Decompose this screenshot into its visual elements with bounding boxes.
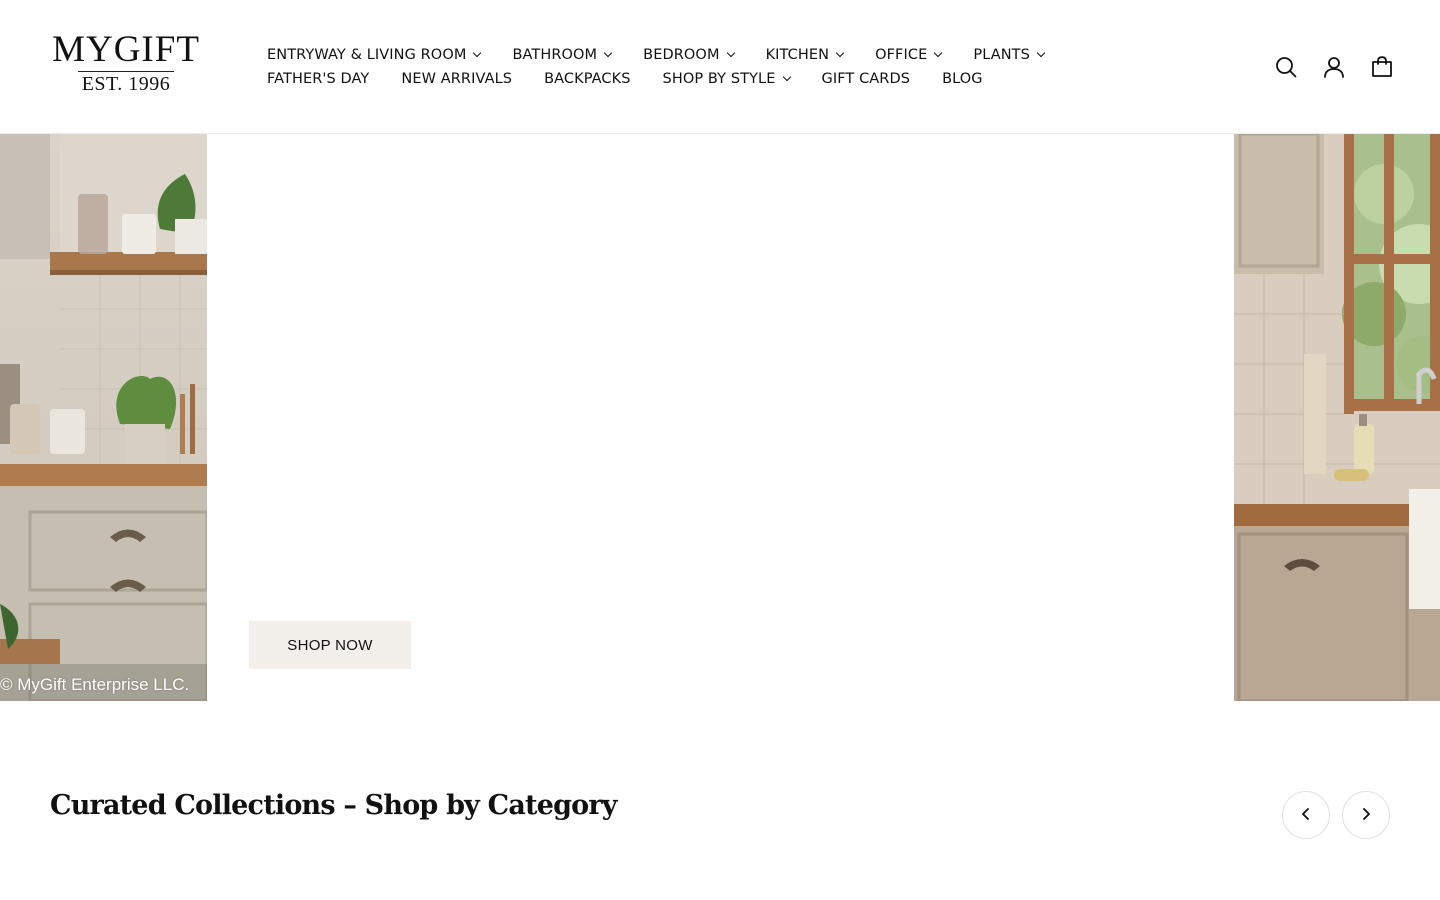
nav-item-entryway-and-living-room[interactable]: ENTRYWAY & LIVING ROOM — [267, 45, 482, 65]
brand-name: MYGIFT — [52, 29, 200, 70]
section-title: Curated Collections – Shop by Category — [50, 790, 617, 821]
nav-item-new-arrivals[interactable]: NEW ARRIVALS — [401, 69, 512, 89]
chevron-right-icon — [1359, 807, 1373, 824]
shop-now-button[interactable]: SHOP NOW — [249, 621, 411, 669]
nav-item-label: SHOP BY STYLE — [662, 71, 776, 87]
main-nav-row-2: FATHER'S DAY NEW ARRIVALS BACKPACKS SHOP BY… — [267, 69, 1015, 89]
nav-item-backpacks[interactable]: BACKPACKS — [544, 69, 630, 89]
hero-slide-left-image[interactable]: © MyGift Enterprise LLC. — [0, 134, 209, 701]
nav-item-shop-by-style[interactable]: SHOP BY STYLE — [662, 69, 791, 89]
nav-item-label: NEW ARRIVALS — [401, 71, 513, 87]
image-copyright: © MyGift Enterprise LLC. — [0, 675, 190, 694]
header-actions — [1250, 55, 1394, 79]
brand-logo[interactable]: MYGIFT EST. 1996 — [50, 30, 202, 96]
nav-item-label: ENTRYWAY & LIVING ROOM — [267, 47, 467, 63]
chevron-down-icon — [473, 48, 482, 58]
chevron-down-icon — [1036, 48, 1046, 58]
nav-item-gift-cards[interactable]: GIFT CARDS — [822, 69, 911, 89]
nav-item-label: OFFICE — [875, 47, 928, 63]
chevron-down-icon — [603, 48, 613, 58]
search-icon[interactable] — [1274, 55, 1298, 79]
nav-item-kitchen[interactable]: KITCHEN — [765, 45, 845, 65]
nav-item-label: GIFT CARDS — [821, 71, 911, 87]
nav-item-bedroom[interactable]: BEDROOM — [643, 45, 735, 65]
carousel-prev-button[interactable] — [1282, 791, 1330, 839]
nav-item-label: BATHROOM — [512, 47, 598, 63]
nav-item-office[interactable]: OFFICE — [875, 45, 943, 65]
carousel-next-button[interactable] — [1342, 791, 1390, 839]
nav-item-label: BACKPACKS — [544, 71, 631, 87]
chevron-left-icon — [1299, 807, 1313, 824]
cart-icon[interactable] — [1370, 55, 1394, 79]
hero-slide-right-image[interactable] — [1234, 134, 1440, 701]
nav-item-blog[interactable]: BLOG — [942, 69, 983, 89]
chevron-down-icon — [782, 72, 791, 82]
main-nav-row-1: ENTRYWAY & LIVING ROOM BATHROOM BEDROOM KIT… — [267, 45, 1076, 65]
nav-item-bathroom[interactable]: BATHROOM — [512, 45, 613, 65]
chevron-down-icon — [726, 48, 735, 58]
account-icon[interactable] — [1322, 55, 1346, 79]
hero-carousel: © MyGift Enterprise LLC. SHOP NOW — [0, 134, 1440, 701]
nav-item-label: PLANTS — [973, 47, 1030, 63]
site-header: MYGIFT EST. 1996 ENTRYWAY & LIVING ROOM B… — [0, 0, 1440, 134]
chevron-down-icon — [835, 48, 845, 58]
nav-item-label: KITCHEN — [765, 47, 830, 63]
brand-established: EST. 1996 — [81, 73, 171, 95]
nav-item-label: BEDROOM — [643, 47, 720, 63]
nav-item-plants[interactable]: PLANTS — [973, 45, 1046, 65]
nav-item-father-s-day[interactable]: FATHER'S DAY — [267, 69, 369, 89]
nav-item-label: FATHER'S DAY — [267, 71, 370, 87]
chevron-down-icon — [934, 48, 943, 58]
nav-item-label: BLOG — [942, 71, 983, 87]
